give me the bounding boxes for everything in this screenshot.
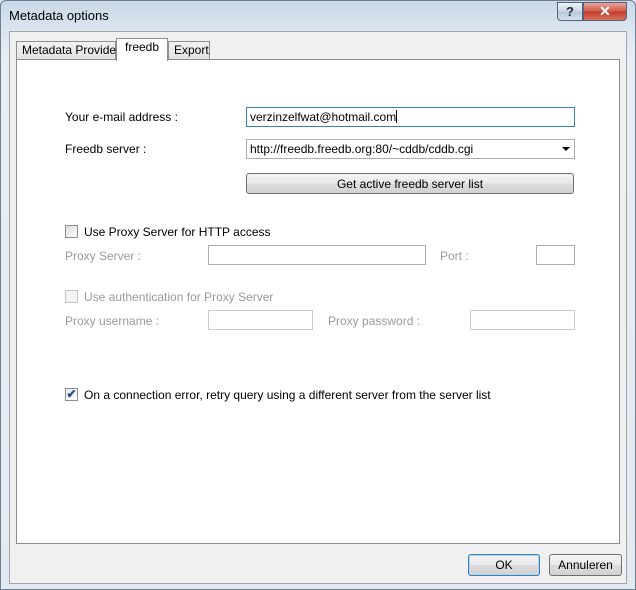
get-server-list-button[interactable]: Get active freedb server list [246,173,574,194]
port-label: Port : [440,249,469,263]
proxy-password-label: Proxy password : [328,314,421,328]
email-label: Your e-mail address : [65,110,178,124]
dialog-window: Metadata options ? ✕ Metadata Provider f… [0,0,636,590]
email-field[interactable]: verzinzelfwat@hotmail.com [246,107,575,127]
use-proxy-label[interactable]: Use Proxy Server for HTTP access [84,225,271,239]
help-button[interactable]: ? [557,2,583,21]
server-label: Freedb server : [65,142,147,156]
cancel-button[interactable]: Annuleren [549,554,622,576]
text-caret [396,110,398,123]
use-auth-label[interactable]: Use authentication for Proxy Server [84,290,273,304]
close-button[interactable]: ✕ [583,2,627,21]
proxy-password-field[interactable] [470,310,575,330]
use-auth-checkbox[interactable] [65,290,78,303]
server-dropdown[interactable]: http://freedb.freedb.org:80/~cddb/cddb.c… [246,139,575,159]
retry-checkbox[interactable]: ✔ [65,388,78,401]
email-value: verzinzelfwat@hotmail.com [250,110,397,124]
tab-label: freedb [124,40,160,54]
server-value: http://freedb.freedb.org:80/~cddb/cddb.c… [250,142,474,156]
proxy-server-label: Proxy Server : [65,249,142,263]
proxy-username-label: Proxy username : [65,314,160,328]
help-icon: ? [566,4,574,19]
dialog-client-area: Metadata Provider freedb Export Your e-m… [9,31,627,584]
close-icon: ✕ [599,3,611,19]
tab-label: Export [174,43,209,57]
freedb-tab-page: Your e-mail address : verzinzelfwat@hotm… [16,59,620,544]
title-bar[interactable]: Metadata options ? ✕ [1,1,635,31]
tab-metadata-provider[interactable]: Metadata Provider [16,41,120,60]
ok-button[interactable]: OK [468,554,540,576]
retry-label[interactable]: On a connection error, retry query using… [84,388,491,402]
checkmark-icon: ✔ [66,387,77,401]
window-title: Metadata options [9,8,109,23]
chevron-down-icon[interactable] [562,147,570,151]
tab-freedb[interactable]: freedb [116,38,168,61]
use-proxy-checkbox[interactable] [65,225,78,238]
tab-label: Metadata Provider [22,43,121,57]
tab-export[interactable]: Export [168,41,210,60]
proxy-server-field[interactable] [208,245,426,265]
port-field[interactable] [536,245,575,265]
proxy-username-field[interactable] [208,310,313,330]
